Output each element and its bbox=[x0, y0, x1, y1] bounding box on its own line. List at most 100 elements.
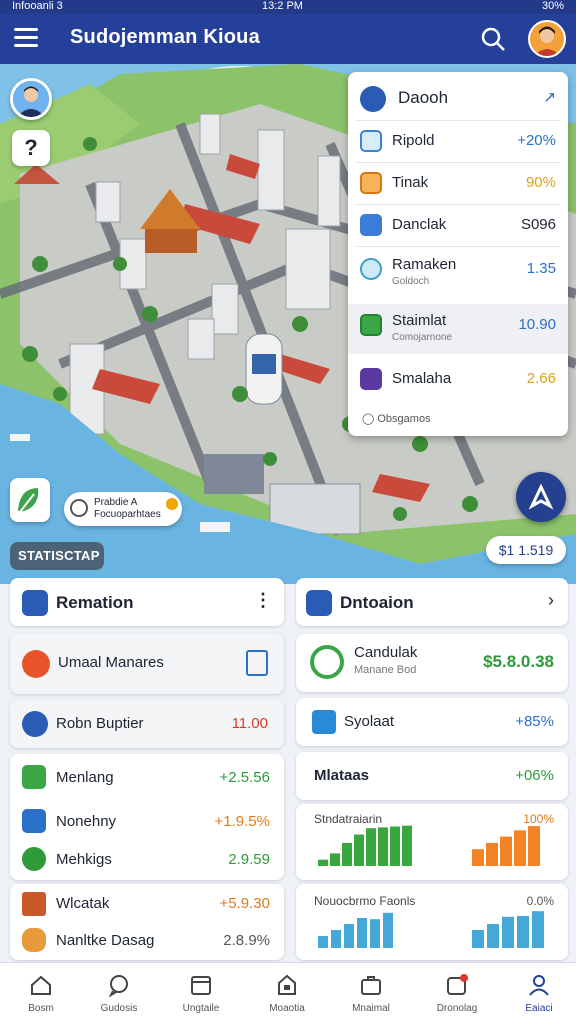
expand-icon[interactable]: ↗ bbox=[543, 88, 556, 106]
stat-label: Mlataas bbox=[314, 767, 370, 784]
panel-item[interactable]: Tinak 90% bbox=[348, 162, 568, 204]
gauge-icon bbox=[360, 258, 382, 280]
help-button[interactable]: ? bbox=[12, 130, 50, 166]
stat-value: +85% bbox=[515, 713, 554, 730]
overlay-panel: Daooh ↗ Ripold +20% Tinak 90% Danclak S0… bbox=[348, 72, 568, 436]
alert-icon bbox=[22, 650, 50, 678]
panel-item-value: S096 bbox=[520, 216, 556, 233]
supplier-label: Robn Buptier bbox=[56, 715, 144, 732]
list-item-label[interactable]: Mehkigs bbox=[56, 851, 112, 868]
search-icon[interactable] bbox=[480, 26, 506, 52]
panel-item-label: Staimlat bbox=[392, 312, 447, 329]
person-icon bbox=[529, 975, 549, 996]
more-options-icon[interactable]: ⋮ bbox=[254, 590, 272, 611]
map-user-avatar[interactable] bbox=[10, 78, 52, 120]
panel-item-sub: Comojarnone bbox=[392, 332, 453, 343]
chart-bar bbox=[318, 859, 328, 866]
price-chip[interactable]: $1 1.519 bbox=[486, 536, 566, 564]
list-item-label[interactable]: Nonehny bbox=[56, 813, 116, 830]
panel-title: Daooh bbox=[398, 88, 449, 107]
bar-chart-card[interactable]: Stndatraiarin 100% bbox=[296, 804, 568, 880]
remation-icon bbox=[22, 590, 48, 616]
chart-bar bbox=[366, 828, 376, 866]
chart-bar bbox=[330, 853, 340, 866]
notice-card[interactable]: Umaal Manares bbox=[10, 634, 284, 694]
panel-item-label: Tinak bbox=[392, 174, 429, 191]
highlight-card[interactable]: Candulak Manane Bod $5.8.0.38 bbox=[296, 634, 568, 692]
stat-label: Syolaat bbox=[344, 713, 395, 730]
dntoaion-title: Dntoaion bbox=[340, 593, 414, 612]
check-icon bbox=[310, 645, 344, 679]
tab-label: Eaiaci bbox=[525, 1003, 553, 1014]
supplier-card[interactable]: Robn Buptier 11.00 bbox=[10, 700, 284, 748]
panel-item[interactable]: Ripold +20% bbox=[348, 120, 568, 162]
list-item-value: +2.5.56 bbox=[219, 769, 270, 786]
chart-bar bbox=[390, 826, 400, 866]
panel-item[interactable]: Staimlat Comojarnone 10.90 bbox=[348, 304, 568, 354]
menu-icon[interactable] bbox=[14, 28, 38, 48]
promo-line2: Focuoparhtaes bbox=[94, 509, 161, 520]
list-item-value: +5.9.30 bbox=[219, 895, 270, 912]
chart-bar bbox=[502, 916, 514, 948]
notes-icon[interactable] bbox=[246, 650, 268, 676]
panel-header[interactable]: Daooh ↗ bbox=[348, 76, 568, 120]
panel-item-value: 2.66 bbox=[526, 370, 556, 387]
bar-chart bbox=[318, 911, 544, 948]
panel-item[interactable]: Smalaha 2.66 bbox=[348, 358, 568, 400]
app-title: Sudojemman Kioua bbox=[70, 26, 260, 48]
panel-item-label: Ripold bbox=[392, 132, 435, 149]
bar-chart bbox=[318, 825, 540, 866]
list-item-label[interactable]: Menlang bbox=[56, 769, 114, 786]
chart-bar bbox=[500, 836, 512, 866]
card-icon bbox=[360, 214, 382, 236]
chart-bar bbox=[532, 911, 544, 948]
tab-profile[interactable]: Eaiaci bbox=[498, 963, 576, 1024]
list-item-value: 2.8.9% bbox=[223, 932, 270, 949]
bar-chart-card[interactable]: Nouocbrmo Faonls 0.0% bbox=[296, 884, 568, 960]
statistics-chip[interactable]: STATISCTAP bbox=[10, 542, 104, 570]
tab-home[interactable]: Bosm bbox=[0, 963, 82, 1024]
tab-animal[interactable]: Mnaimal bbox=[330, 963, 412, 1024]
leaf-button[interactable] bbox=[10, 478, 50, 522]
panel-item-value: +20% bbox=[517, 132, 556, 149]
chart-bar bbox=[342, 842, 352, 866]
calendar-icon bbox=[191, 976, 211, 995]
profile-avatar[interactable] bbox=[528, 20, 566, 58]
promo-badge[interactable]: Prabdie A Focuoparhtaes bbox=[64, 492, 182, 526]
chevron-right-icon[interactable]: › bbox=[548, 590, 554, 611]
chart-bar bbox=[331, 930, 341, 948]
tab-update[interactable]: Ungtaile bbox=[160, 963, 242, 1024]
tab-guides[interactable]: Gudosis bbox=[78, 963, 160, 1024]
remation-title: Remation bbox=[56, 593, 134, 612]
chart-up-icon bbox=[22, 765, 46, 789]
dntoaion-card-header[interactable]: Dntoaion › bbox=[296, 578, 568, 626]
chart-bar bbox=[487, 924, 499, 948]
tab-label: Gudosis bbox=[100, 1003, 138, 1014]
panel-item-label: Danclak bbox=[392, 216, 447, 233]
chart-bar bbox=[472, 849, 484, 866]
panel-item[interactable]: Danclak S096 bbox=[348, 204, 568, 246]
highlight-label: Candulak bbox=[354, 644, 418, 661]
stat-card[interactable]: Syolaat +85% bbox=[296, 698, 568, 746]
chart-bar bbox=[383, 912, 393, 948]
home-icon bbox=[31, 975, 51, 995]
circle-icon: ◯ bbox=[362, 413, 378, 425]
tab-label: Bosm bbox=[28, 1003, 54, 1014]
chart-bar bbox=[486, 842, 498, 866]
panel-footer[interactable]: ◯ Obsgamos bbox=[362, 412, 431, 425]
remation-card-header[interactable]: Remation ⋮ bbox=[10, 578, 284, 626]
chart-bar bbox=[517, 916, 529, 948]
clock-text: 13:2 PM bbox=[262, 0, 303, 12]
tab-dronolag[interactable]: Dronolag bbox=[416, 963, 498, 1024]
list-item-label[interactable]: Wlcatak bbox=[56, 895, 109, 912]
building-icon bbox=[278, 974, 296, 995]
globe-icon bbox=[22, 847, 46, 871]
briefcase-icon bbox=[361, 976, 381, 995]
tab-map[interactable]: Moaotia bbox=[246, 963, 328, 1024]
panel-item[interactable]: Ramaken Goldoch 1.35 bbox=[348, 248, 568, 298]
navigate-button[interactable] bbox=[516, 472, 566, 522]
list-item-label[interactable]: Nanltke Dasag bbox=[56, 932, 154, 949]
stat-card[interactable]: Mlataas +06% bbox=[296, 752, 568, 800]
supplier-value: 11.00 bbox=[231, 715, 268, 732]
promo-icon bbox=[70, 499, 88, 517]
